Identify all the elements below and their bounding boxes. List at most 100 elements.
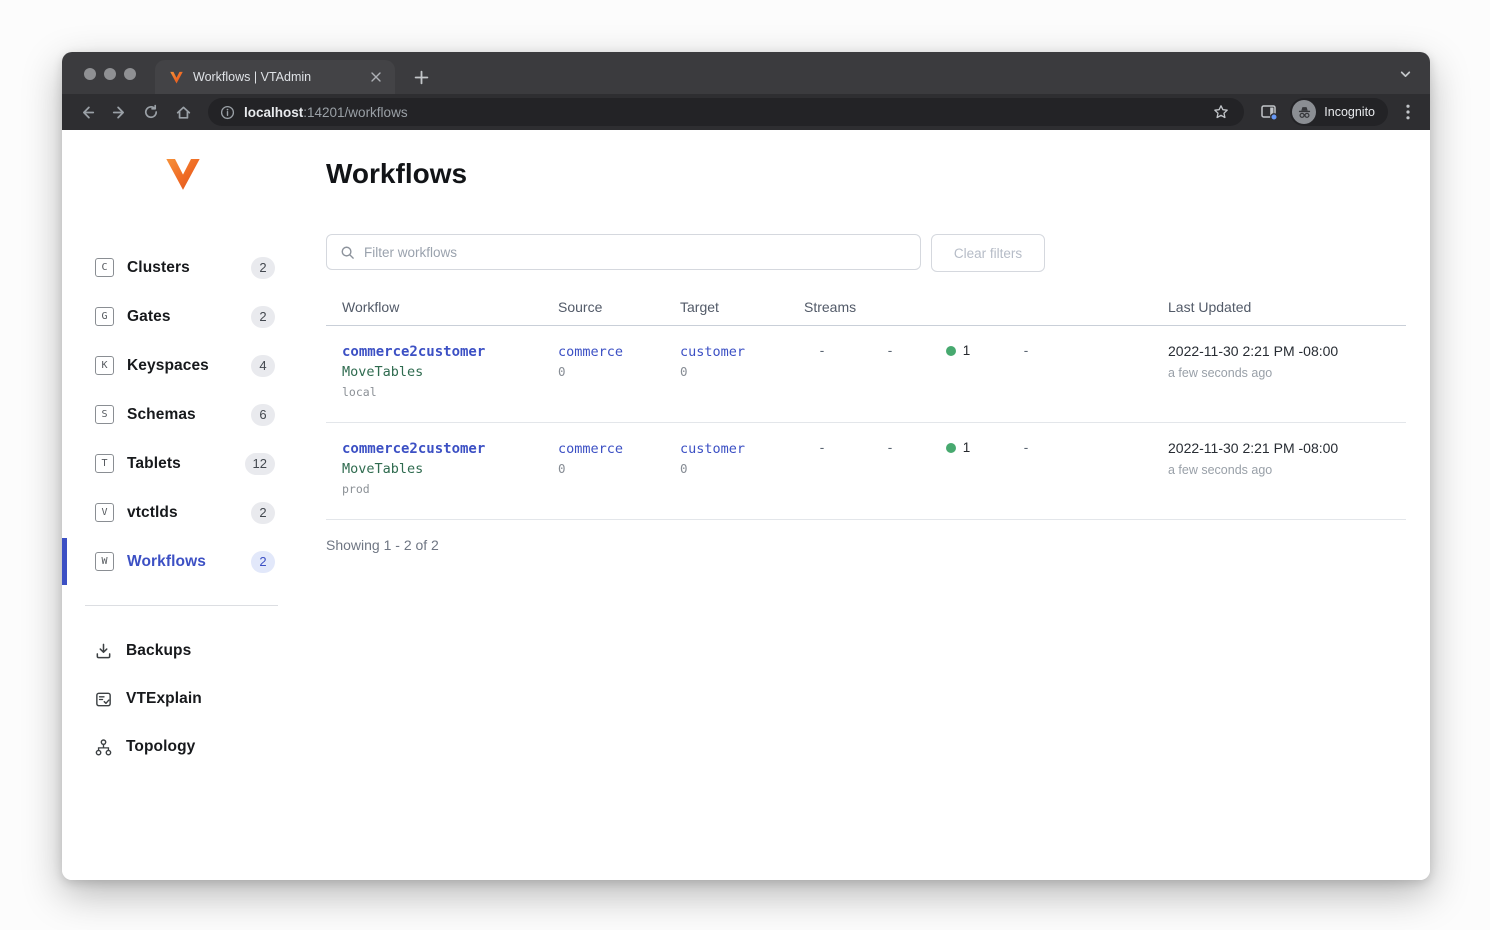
document-check-icon: [93, 689, 114, 710]
browser-menu-icon[interactable]: [1396, 98, 1420, 126]
clusters-icon: C: [95, 258, 114, 277]
search-icon: [340, 245, 355, 260]
sidebar-item-backups[interactable]: Backups: [62, 627, 282, 675]
stream-slot: -: [856, 343, 924, 358]
table-row: commerce2customer MoveTables local comme…: [326, 326, 1406, 423]
clear-filters-button[interactable]: Clear filters: [931, 234, 1045, 272]
workflow-cluster: prod: [342, 481, 542, 498]
count-badge: 2: [251, 551, 275, 573]
sidebar-item-gates[interactable]: G Gates 2: [62, 292, 282, 341]
stream-count: 1: [963, 343, 971, 358]
count-badge: 2: [251, 257, 275, 279]
side-panel-icon[interactable]: [1254, 98, 1284, 126]
sidebar-item-tablets[interactable]: T Tablets 12: [62, 439, 282, 488]
stream-slot: -: [788, 440, 856, 455]
home-icon[interactable]: [168, 98, 198, 126]
bookmark-star-icon[interactable]: [1210, 101, 1232, 123]
target-cell: customer 0: [664, 342, 788, 381]
browser-toolbar: localhost:14201/workflows Incognito: [62, 94, 1430, 130]
filter-workflows-input[interactable]: [364, 245, 907, 260]
target-shard: 0: [680, 362, 788, 381]
running-status-dot-icon: [946, 443, 956, 453]
sidebar-item-workflows[interactable]: W Workflows 2: [62, 537, 282, 586]
sidebar-divider: [85, 605, 278, 606]
browser-window: Workflows | VTAdmin local: [62, 52, 1430, 880]
results-count: Showing 1 - 2 of 2: [326, 537, 1406, 553]
gates-icon: G: [95, 307, 114, 326]
workflows-icon: W: [95, 552, 114, 571]
url-text: localhost:14201/workflows: [244, 105, 408, 120]
count-badge: 2: [251, 502, 275, 524]
source-keyspace-link[interactable]: commerce: [558, 439, 664, 459]
sidebar-item-label: Topology: [126, 738, 195, 756]
stream-count: 1: [963, 440, 971, 455]
count-badge: 2: [251, 306, 275, 328]
sidebar-tools: Backups VTExplain Topology: [62, 627, 282, 771]
new-tab-button[interactable]: [408, 64, 434, 90]
last-updated-relative: a few seconds ago: [1168, 366, 1406, 380]
filter-row: Clear filters: [326, 234, 1407, 272]
vitess-logo[interactable]: [163, 152, 203, 201]
target-keyspace-link[interactable]: customer: [680, 439, 788, 459]
workflow-link[interactable]: commerce2customer: [342, 342, 542, 362]
sidebar-item-vtctlds[interactable]: V vtctlds 2: [62, 488, 282, 537]
window-controls: [84, 68, 136, 80]
sidebar-item-label: VTExplain: [126, 690, 202, 708]
column-header-source: Source: [542, 299, 664, 315]
main-panel: Workflows Clear filters Workflow Source …: [282, 130, 1430, 880]
address-bar[interactable]: localhost:14201/workflows: [208, 98, 1244, 126]
workflow-type: MoveTables: [342, 362, 542, 382]
source-keyspace-link[interactable]: commerce: [558, 342, 664, 362]
tab-close-icon[interactable]: [367, 68, 385, 86]
vtctlds-icon: V: [95, 503, 114, 522]
sidebar-item-label: vtctlds: [127, 504, 178, 522]
sidebar-item-keyspaces[interactable]: K Keyspaces 4: [62, 341, 282, 390]
schemas-icon: S: [95, 405, 114, 424]
browser-tab[interactable]: Workflows | VTAdmin: [155, 60, 395, 94]
stream-slot: -: [788, 343, 856, 358]
window-minimize-button[interactable]: [104, 68, 116, 80]
incognito-badge: Incognito: [1290, 98, 1388, 126]
count-badge: 4: [251, 355, 275, 377]
forward-icon[interactable]: [104, 98, 134, 126]
column-header-streams: Streams: [788, 299, 1152, 315]
stream-slot: -: [992, 440, 1060, 455]
reload-icon[interactable]: [136, 98, 166, 126]
workflow-link[interactable]: commerce2customer: [342, 439, 542, 459]
incognito-label: Incognito: [1324, 105, 1375, 119]
sidebar-item-label: Keyspaces: [127, 357, 209, 375]
stream-slot-running: 1: [924, 343, 992, 358]
source-shard: 0: [558, 459, 664, 478]
sidebar-item-clusters[interactable]: C Clusters 2: [62, 243, 282, 292]
last-updated-cell: 2022-11-30 2:21 PM -08:00 a few seconds …: [1152, 439, 1406, 477]
sidebar-item-label: Gates: [127, 308, 171, 326]
column-header-workflow: Workflow: [326, 299, 542, 315]
download-icon: [93, 641, 114, 662]
sidebar-item-label: Workflows: [127, 553, 206, 571]
source-shard: 0: [558, 362, 664, 381]
sidebar-item-schemas[interactable]: S Schemas 6: [62, 390, 282, 439]
last-updated-cell: 2022-11-30 2:21 PM -08:00 a few seconds …: [1152, 342, 1406, 380]
page-title: Workflows: [326, 156, 1407, 192]
tab-search-chevron-icon[interactable]: [1396, 65, 1414, 83]
sidebar-item-vtexplain[interactable]: VTExplain: [62, 675, 282, 723]
table-row: commerce2customer MoveTables prod commer…: [326, 423, 1406, 520]
topology-icon: [93, 737, 114, 758]
column-header-target: Target: [664, 299, 788, 315]
url-path: :14201/workflows: [303, 105, 407, 120]
sidebar-item-topology[interactable]: Topology: [62, 723, 282, 771]
tab-title: Workflows | VTAdmin: [193, 70, 358, 84]
target-keyspace-link[interactable]: customer: [680, 342, 788, 362]
site-info-icon[interactable]: [220, 105, 235, 120]
streams-cell: - - 1 -: [788, 439, 1152, 455]
workflow-cluster: local: [342, 384, 542, 401]
workflow-type: MoveTables: [342, 459, 542, 479]
url-host: localhost: [244, 105, 303, 120]
tablets-icon: T: [95, 454, 114, 473]
sidebar-item-label: Tablets: [127, 455, 181, 473]
back-icon[interactable]: [72, 98, 102, 126]
incognito-avatar-icon: [1292, 100, 1316, 124]
window-close-button[interactable]: [84, 68, 96, 80]
window-zoom-button[interactable]: [124, 68, 136, 80]
source-cell: commerce 0: [542, 439, 664, 478]
